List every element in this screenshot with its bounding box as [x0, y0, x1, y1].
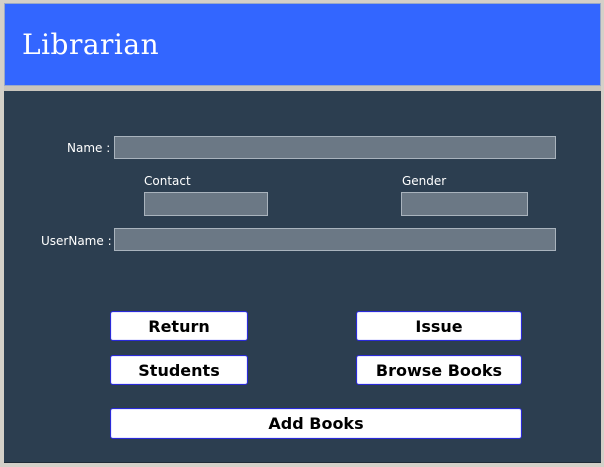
issue-button-label: Issue	[415, 316, 463, 336]
gender-field[interactable]	[401, 192, 528, 216]
students-button-label: Students	[138, 360, 220, 380]
name-field[interactable]	[114, 136, 556, 159]
return-button[interactable]: Return	[110, 311, 248, 341]
return-button-label: Return	[148, 316, 210, 336]
browse-books-button-label: Browse Books	[375, 360, 503, 380]
main-panel: Name : Contact Gender UserName : Return …	[4, 91, 601, 463]
username-field[interactable]	[114, 228, 556, 251]
page-title: Librarian	[22, 28, 160, 61]
students-button[interactable]: Students	[110, 355, 248, 385]
librarian-window: Librarian Name : Contact Gender UserName…	[0, 0, 604, 467]
add-books-button-label: Add Books	[268, 414, 364, 433]
gender-label: Gender	[402, 174, 447, 188]
username-label: UserName :	[41, 234, 112, 248]
add-books-button[interactable]: Add Books	[110, 408, 522, 439]
contact-field[interactable]	[144, 192, 268, 216]
browse-books-button[interactable]: Browse Books	[356, 355, 522, 385]
name-label: Name :	[67, 141, 111, 155]
contact-label: Contact	[144, 174, 191, 188]
issue-button[interactable]: Issue	[356, 311, 522, 341]
header-banner: Librarian	[4, 3, 601, 86]
